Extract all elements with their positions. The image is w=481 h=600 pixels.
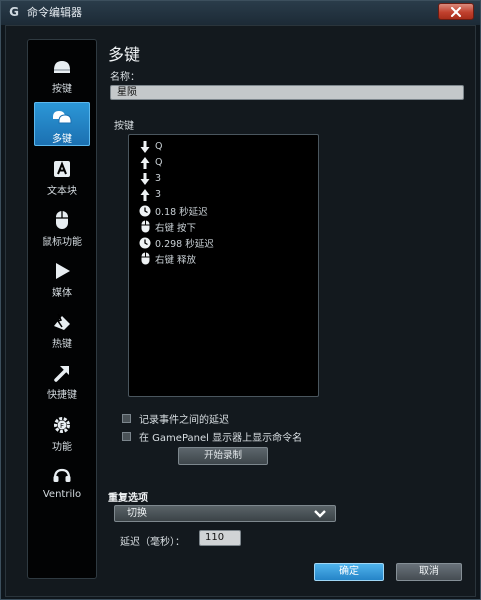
repeat-select[interactable]: 切换 [114, 505, 336, 522]
sidebar-item-label: 按键 [52, 84, 72, 95]
repeat-options-label: 重复选项 [108, 493, 148, 504]
sidebar-item-hotkey[interactable]: 热键 [34, 307, 90, 351]
gamepanel-option[interactable]: 在 GamePanel 显示器上显示命令名 [122, 429, 302, 444]
list-item[interactable]: 右键 释放 [139, 251, 196, 266]
clock-icon [139, 236, 151, 250]
key-event-text: 0.298 秒延迟 [155, 238, 214, 250]
sidebar-item-multikey[interactable]: 多键 [34, 102, 90, 146]
key-event-text: 3 [155, 173, 162, 184]
key-event-list[interactable]: Q Q 3 3 0.18 秒延迟 右键 按下 0.298 秒延迟 右键 释放 [128, 134, 319, 397]
function-gear-icon: F [51, 414, 73, 436]
list-item[interactable]: 0.18 秒延迟 [139, 203, 208, 218]
key-event-text: 3 [155, 189, 162, 200]
repeat-select-value: 切换 [127, 508, 147, 519]
name-input[interactable]: 星陨 [110, 85, 464, 100]
arrow-down-icon [139, 172, 151, 186]
multikey-editor-panel: 多键 名称： 星陨 按键 Q Q 3 3 0.18 秒延迟 右键 按下 0.29… [108, 39, 468, 581]
sidebar-item-label: 快捷键 [47, 390, 77, 401]
text-block-icon [51, 158, 73, 180]
key-event-text: 右键 按下 [155, 222, 197, 234]
title-bar[interactable]: G 命令编辑器 [1, 1, 480, 23]
sidebar-item-mouse-function[interactable]: 鼠标功能 [34, 205, 90, 249]
close-icon [451, 6, 461, 17]
list-item[interactable]: Q [139, 155, 162, 170]
headset-icon [51, 465, 73, 487]
sidebar-item-label: 功能 [52, 442, 72, 453]
sidebar-item-label: 多键 [52, 134, 72, 145]
record-delay-option[interactable]: 记录事件之间的延迟 [122, 411, 229, 426]
key-icon [51, 56, 73, 78]
sidebar-item-label: 媒体 [52, 288, 72, 299]
name-label: 名称： [110, 72, 140, 83]
record-delay-checkbox[interactable] [122, 414, 131, 423]
key-event-text: Q [155, 141, 163, 152]
sidebar-item-keystroke[interactable]: 按键 [34, 52, 90, 96]
mouse-icon [51, 209, 73, 231]
sidebar-item-label: 热键 [52, 339, 72, 350]
sidebar-item-label: 文本块 [47, 186, 77, 197]
command-type-sidebar: 按键 多键 文本块 鼠标功能 媒体 热键 快捷键 F 功能 Ventrilo [27, 39, 97, 579]
shortcut-arrow-icon [51, 362, 73, 384]
sidebar-item-text-block[interactable]: 文本块 [34, 154, 90, 198]
sidebar-item-label: 鼠标功能 [42, 237, 82, 248]
close-button[interactable] [438, 3, 474, 20]
gamepanel-checkbox[interactable] [122, 432, 131, 441]
multikey-icon [51, 106, 73, 128]
key-event-text: 右键 释放 [155, 254, 197, 266]
delay-label: 延迟（毫秒）： [120, 537, 185, 548]
arrow-up-icon [139, 156, 151, 170]
sidebar-item-label: Ventrilo [42, 489, 82, 500]
mouse-icon [139, 252, 151, 266]
key-event-text: 0.18 秒延迟 [155, 206, 208, 218]
sidebar-item-shortcut[interactable]: 快捷键 [34, 358, 90, 402]
sidebar-item-media[interactable]: 媒体 [34, 256, 90, 300]
list-item[interactable]: 右键 按下 [139, 219, 196, 234]
window-title: 命令编辑器 [27, 6, 82, 19]
cancel-button[interactable]: 取消 [396, 563, 462, 581]
list-item[interactable]: 3 [139, 187, 161, 202]
logitech-logo-icon: G [9, 5, 19, 19]
list-item[interactable]: 0.298 秒延迟 [139, 235, 214, 250]
arrow-down-icon [139, 140, 151, 154]
page-title: 多键 [108, 45, 141, 64]
delay-input[interactable]: 110 [199, 530, 241, 546]
record-delay-label: 记录事件之间的延迟 [139, 415, 229, 426]
ok-button[interactable]: 确定 [314, 563, 384, 581]
sidebar-item-ventrilo[interactable]: Ventrilo [34, 461, 90, 505]
command-editor-window: G 命令编辑器 按键 多键 文本块 鼠标功能 媒体 热键 快捷键 F 功能 Ve… [0, 0, 481, 600]
clock-icon [139, 204, 151, 218]
sidebar-item-function[interactable]: F 功能 [34, 410, 90, 454]
gamepanel-label: 在 GamePanel 显示器上显示命令名 [139, 433, 303, 444]
mouse-icon [139, 220, 151, 234]
arrow-up-icon [139, 188, 151, 202]
svg-text:F: F [60, 422, 64, 430]
list-item[interactable]: Q [139, 139, 162, 154]
chevron-down-icon [314, 510, 326, 518]
play-icon [51, 260, 73, 282]
start-recording-button[interactable]: 开始录制 [178, 447, 268, 465]
hotkey-icon [51, 311, 73, 333]
key-event-text: Q [155, 157, 163, 168]
keys-label: 按键 [114, 121, 134, 132]
list-item[interactable]: 3 [139, 171, 161, 186]
